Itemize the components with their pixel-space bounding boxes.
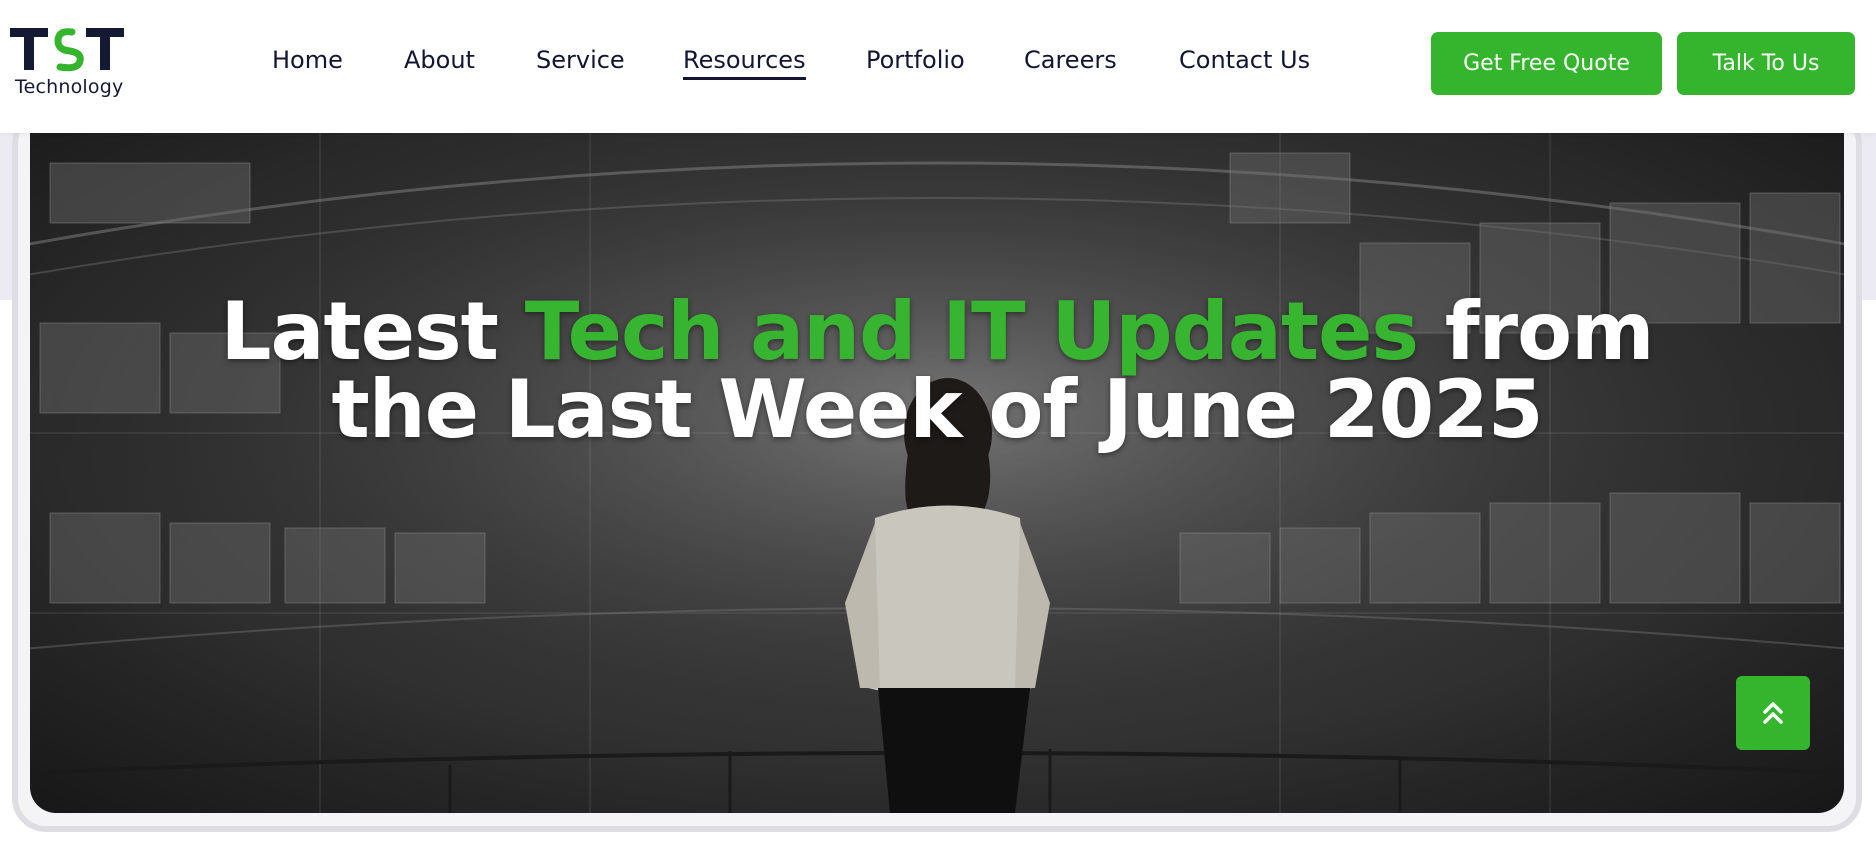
nav-about[interactable]: About xyxy=(404,46,475,74)
logo[interactable]: Technology xyxy=(10,24,130,104)
hero-banner: Latest Tech and IT Updates from the Last… xyxy=(30,133,1844,813)
talk-to-us-button[interactable]: Talk To Us xyxy=(1677,32,1855,95)
logo-mark-icon xyxy=(10,28,124,72)
double-chevron-up-icon xyxy=(1763,702,1783,724)
scroll-to-top-button[interactable] xyxy=(1736,676,1810,750)
nav-home[interactable]: Home xyxy=(272,46,343,74)
hero-headline: Latest Tech and IT Updates from the Last… xyxy=(30,292,1844,450)
nav-contact-us[interactable]: Contact Us xyxy=(1179,46,1310,74)
nav-resources[interactable]: Resources xyxy=(683,46,806,80)
nav-portfolio[interactable]: Portfolio xyxy=(866,46,965,74)
nav-careers[interactable]: Careers xyxy=(1024,46,1117,74)
get-free-quote-button[interactable]: Get Free Quote xyxy=(1431,32,1662,95)
nav-service[interactable]: Service xyxy=(536,46,625,74)
logo-text: Technology xyxy=(15,76,124,98)
hero-image xyxy=(30,133,1844,813)
headline-line2: the Last Week of June 2025 xyxy=(331,363,1544,456)
site-header: Technology Home About Service Resources … xyxy=(0,0,1876,133)
